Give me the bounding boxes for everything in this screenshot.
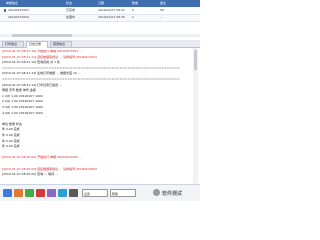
tab-label: 错误信息 bbox=[53, 42, 66, 46]
cell-id: 20190107001 bbox=[8, 8, 29, 12]
settings-icon[interactable] bbox=[69, 189, 78, 197]
grid-header: 单据信息 状态 日期 数量 备注 bbox=[0, 0, 200, 7]
settings-button[interactable]: 设置 bbox=[82, 189, 108, 197]
grid-header-col1[interactable]: 单据信息 bbox=[6, 2, 18, 5]
logo-icon bbox=[153, 189, 160, 196]
log-output[interactable]: [2019-01-07 08:21:10] 开始执行 单据 2019010700… bbox=[2, 50, 188, 182]
log-line: 3 0(t) 1.00 20190107 1000 bbox=[2, 105, 43, 109]
grid-header-col2[interactable]: 状态 bbox=[66, 2, 72, 5]
cell-qty: 0 bbox=[132, 8, 134, 12]
cell-note: OK bbox=[160, 8, 165, 12]
watermark-text: 软件测试 bbox=[162, 191, 183, 197]
folder-icon[interactable] bbox=[14, 189, 23, 197]
footer-toolbar: 设置 帮助 软件测试 bbox=[0, 184, 200, 201]
log-line: [2019-01-07 08:21:10] 开始执行 单据 2019010700… bbox=[2, 50, 83, 53]
log-line: [2019-01-07 08:21:13] 生成打印数据 … 数据长度 10 … bbox=[2, 71, 81, 76]
log-line: [2019-01-07 08:21:11] 连接数据库成功 … 请求编号 201… bbox=[2, 54, 98, 59]
log-line: 件 0.00 完成 bbox=[2, 138, 20, 143]
tab-log[interactable]: 日志记录 bbox=[26, 41, 48, 48]
table-row[interactable]: 20190107002 处理中 2019/01/07 08:25 1 ... bbox=[0, 15, 200, 22]
tab-label: 打印信息 bbox=[5, 42, 18, 46]
tab-strip: 打印信息 日志记录 错误信息 bbox=[0, 40, 200, 48]
cell-date: 2019/01/07 08:21 bbox=[98, 8, 125, 12]
log-line: 1 0(t) 1.00 20190107 1000 bbox=[2, 93, 43, 98]
grid-horizontal-scrollbar[interactable] bbox=[0, 34, 200, 37]
log-line: [2019-01-07 08:21:12] 查询完成 共 1 条 bbox=[2, 60, 60, 65]
log-line: [2019-01-07 08:25:05] 查询 … 等待 … bbox=[2, 172, 59, 177]
tab-label: 日志记录 bbox=[29, 42, 42, 46]
log-line: 件 0.00 完成 bbox=[2, 133, 20, 137]
log-line: [2019-01-07 08:25:03] 连接数据库成功 … 请求编号 201… bbox=[2, 166, 98, 171]
grid-header-col5[interactable]: 备注 bbox=[160, 2, 166, 5]
watermark-logo: 软件测试 bbox=[153, 188, 198, 198]
grid-header-col3[interactable]: 日期 bbox=[98, 2, 104, 5]
stop-icon[interactable] bbox=[36, 189, 45, 197]
log-line: 单位 数量 状态 bbox=[2, 121, 22, 126]
tab-print-info[interactable]: 打印信息 bbox=[2, 41, 24, 47]
settings-label: 设置 bbox=[84, 192, 91, 196]
start-icon[interactable] bbox=[3, 189, 12, 197]
log-line: 4 0(t) 1.00 20190107 1000 bbox=[2, 110, 43, 115]
log-line: 件 0.00 完成 bbox=[2, 127, 20, 132]
log-line: ========================================… bbox=[2, 65, 180, 70]
refresh-icon[interactable] bbox=[25, 189, 34, 197]
help-label: 帮助 bbox=[112, 192, 119, 196]
log-line: 2 0(t) 1.00 20190107 1000 bbox=[2, 99, 43, 104]
records-grid: 单据信息 状态 日期 数量 备注 20190107001 已完成 2019/01… bbox=[0, 0, 200, 41]
cell-qty: 1 bbox=[132, 15, 134, 19]
log-vertical-scrollbar[interactable] bbox=[193, 48, 198, 184]
cell-note: ... bbox=[160, 15, 163, 19]
log-line: 明细 序号 数量 单号 金额 bbox=[2, 88, 36, 93]
log-line: [2019-01-07 08:25:02] 开始执行 单据 2019010700… bbox=[2, 155, 83, 160]
scrollbar-thumb[interactable] bbox=[12, 34, 72, 37]
scrollbar-thumb[interactable] bbox=[194, 50, 197, 70]
help-button[interactable]: 帮助 bbox=[110, 189, 136, 197]
row-selected-indicator bbox=[4, 9, 6, 12]
log-line: 件 0.00 完成 bbox=[2, 144, 20, 149]
log-line: ========================================… bbox=[2, 77, 180, 81]
chat-icon[interactable] bbox=[47, 189, 56, 197]
browser-icon[interactable] bbox=[58, 189, 67, 197]
log-line: [2019-01-07 08:21:14] 打印任务已发送 … bbox=[2, 82, 63, 87]
cell-date: 2019/01/07 08:25 bbox=[98, 15, 125, 19]
grid-header-col4[interactable]: 数量 bbox=[132, 2, 138, 5]
cell-status: 已完成 bbox=[66, 8, 76, 12]
cell-status: 处理中 bbox=[66, 15, 76, 19]
table-row[interactable]: 20190107001 已完成 2019/01/07 08:21 0 OK bbox=[0, 8, 200, 15]
tab-errors[interactable]: 错误信息 bbox=[50, 41, 72, 47]
cell-id: 20190107002 bbox=[8, 15, 29, 19]
